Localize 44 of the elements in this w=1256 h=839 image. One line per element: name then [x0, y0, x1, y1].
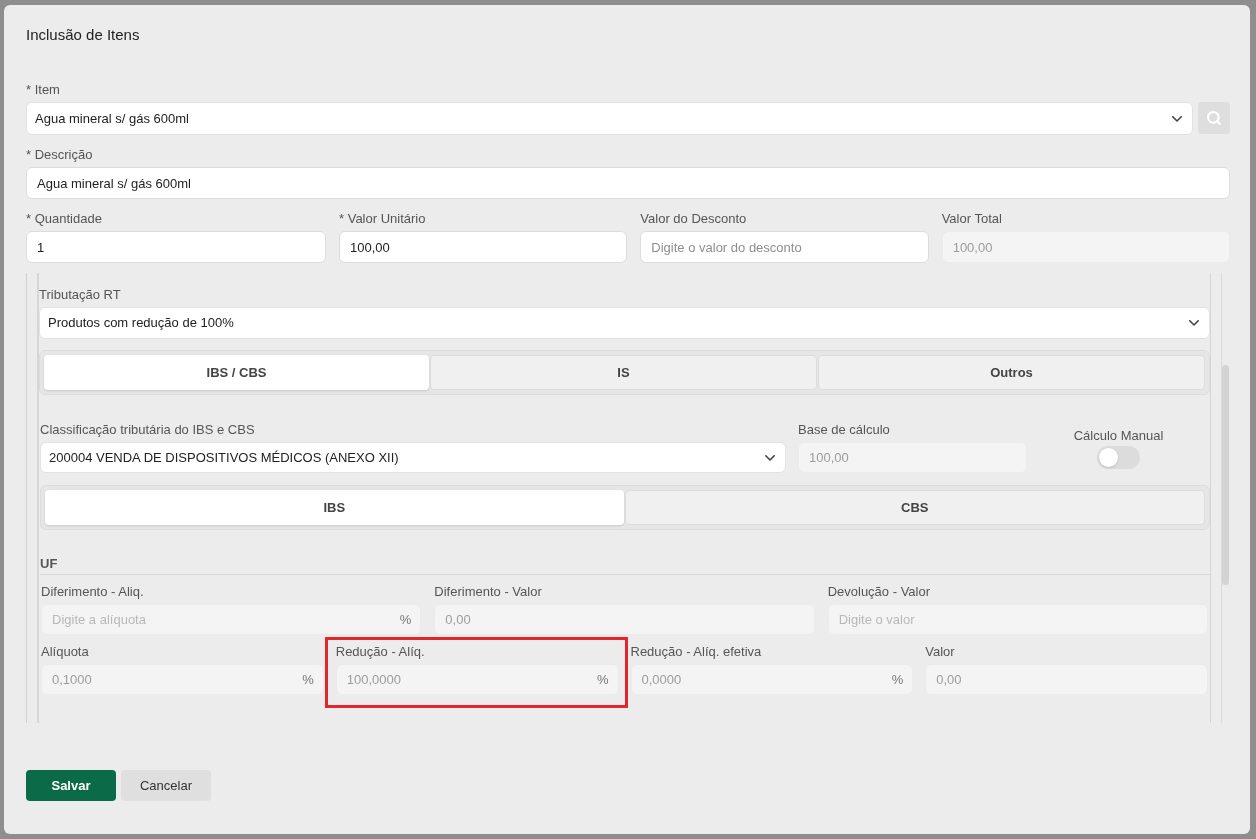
- field-label: Redução - Alíq. efetiva: [630, 644, 763, 660]
- tab[interactable]: CBS: [624, 490, 1205, 525]
- field-label: Valor do Desconto: [640, 211, 748, 227]
- text-field[interactable]: Agua mineral s/ gás 600ml: [26, 167, 1230, 199]
- field-label: Diferimento - Valor: [434, 584, 543, 600]
- percent-sign: %: [399, 612, 412, 628]
- tab[interactable]: IS: [430, 355, 817, 390]
- field-label: * Valor Unitário: [339, 211, 427, 227]
- search-icon: [1206, 110, 1222, 126]
- chevron-down-icon: [765, 454, 775, 461]
- text-field[interactable]: 1: [26, 231, 326, 263]
- field-label: Valor: [925, 644, 956, 660]
- tab[interactable]: IBS / CBS: [44, 355, 429, 390]
- percent-sign: %: [596, 672, 609, 688]
- scrollbar-thumb[interactable]: [1222, 365, 1229, 585]
- tax-regime-select[interactable]: Produtos com redução de 100%: [39, 307, 1210, 339]
- item-select[interactable]: Agua mineral s/ gás 600ml: [26, 102, 1193, 135]
- tab[interactable]: Outros: [818, 355, 1205, 390]
- field-label: Diferimento - Aliq.: [41, 584, 145, 600]
- toggle-switch[interactable]: [1097, 446, 1140, 469]
- field-label: Classificação tributária do IBS e CBS: [40, 422, 256, 438]
- search-button[interactable]: [1198, 102, 1230, 134]
- action-button[interactable]: Salvar: [26, 770, 116, 801]
- field-label: Base de cálculo: [798, 422, 891, 438]
- text-field[interactable]: Digite o valor do desconto: [640, 231, 929, 263]
- field-label: Redução - Alíq.: [335, 644, 426, 660]
- percent-sign: %: [891, 672, 904, 688]
- text-field[interactable]: 100,00: [339, 231, 628, 263]
- classification-select[interactable]: 200004 VENDA DE DISPOSITIVOS MÉDICOS (ANEXO XII): [40, 442, 786, 473]
- field-label: * Descrição: [26, 147, 94, 163]
- field-label: Valor Total: [941, 211, 1003, 227]
- chevron-down-icon: [1189, 320, 1199, 326]
- field-label: * Item: [26, 82, 61, 98]
- field-label: Devolução - Valor: [827, 584, 932, 600]
- chevron-down-icon: [1172, 115, 1182, 122]
- field-label: Cálculo Manual: [1073, 428, 1164, 444]
- section-title: UF: [40, 556, 59, 572]
- field-label: Tributação RT: [39, 287, 122, 303]
- percent-sign: %: [302, 672, 314, 688]
- action-button[interactable]: Cancelar: [121, 770, 211, 801]
- tab[interactable]: IBS: [45, 490, 624, 525]
- field-label: * Quantidade: [26, 211, 103, 227]
- field-label: Alíquota: [41, 644, 90, 660]
- dialog-title: Inclusão de Itens: [26, 25, 141, 45]
